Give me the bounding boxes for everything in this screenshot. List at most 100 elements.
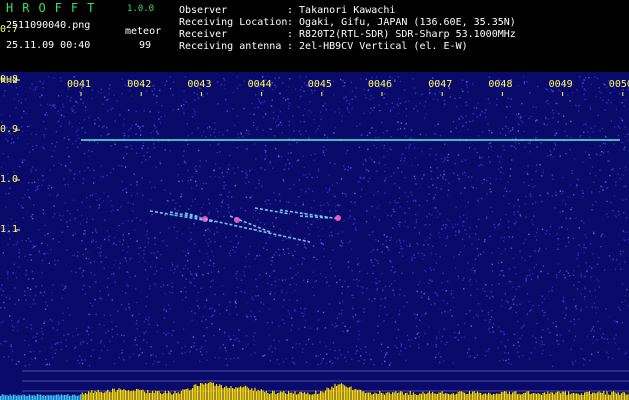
noise-dot (12, 272, 14, 274)
noise-dot (223, 84, 226, 86)
noise-dot (500, 178, 502, 180)
noise-dot (199, 348, 202, 350)
noise-dot (102, 200, 105, 202)
noise-dot (457, 324, 459, 326)
noise-dot (508, 203, 510, 205)
noise-dot (502, 359, 505, 361)
noise-dot (342, 80, 344, 82)
noise-dot (290, 329, 292, 331)
noise-dot (446, 341, 448, 343)
noise-dot (533, 267, 536, 269)
noise-dot (259, 274, 261, 276)
noise-dot (128, 303, 130, 305)
noise-dot (193, 277, 195, 280)
noise-dot (167, 304, 170, 306)
noise-dot (457, 277, 460, 280)
noise-dot (29, 350, 31, 353)
noise-dot (161, 105, 163, 107)
noise-dot (196, 349, 198, 351)
noise-dot (608, 255, 611, 257)
level-bar (176, 393, 178, 400)
level-bar (457, 391, 459, 400)
noise-dot (292, 346, 294, 349)
noise-dot (501, 261, 503, 264)
noise-dot (383, 97, 385, 99)
noise-dot (435, 207, 437, 209)
noise-dot (47, 76, 50, 78)
noise-dot (98, 207, 100, 209)
noise-dot (291, 361, 294, 363)
noise-dot (74, 346, 77, 348)
noise-dot (8, 356, 10, 358)
noise-dot (126, 153, 128, 155)
noise-dot (196, 274, 198, 277)
noise-dot (51, 292, 53, 294)
noise-dot (3, 340, 6, 342)
level-bar (529, 394, 531, 400)
noise-dot (447, 311, 449, 313)
noise-dot (218, 194, 221, 196)
noise-dot (528, 300, 530, 303)
level-bar (326, 387, 328, 400)
level-bar (305, 393, 307, 400)
noise-dot (390, 175, 392, 177)
noise-dot (35, 133, 37, 136)
noise-dot (559, 155, 561, 157)
noise-dot (515, 148, 517, 150)
noise-dot (435, 344, 437, 346)
noise-dot (401, 247, 404, 250)
level-bar (294, 391, 296, 400)
level-bar (414, 394, 416, 400)
noise-dot (360, 348, 362, 350)
noise-dot (43, 134, 45, 136)
noise-dot (581, 85, 584, 88)
noise-dot (417, 164, 419, 166)
noise-dot (386, 150, 389, 152)
noise-dot (438, 361, 441, 364)
level-bar (600, 392, 602, 400)
noise-dot (483, 178, 486, 181)
noise-dot (298, 130, 301, 132)
noise-dot (522, 354, 524, 357)
noise-dot (302, 202, 304, 204)
noise-dot (253, 343, 256, 346)
noise-dot (283, 169, 286, 171)
noise-dot (320, 210, 322, 212)
noise-dot (156, 330, 158, 333)
noise-dot (265, 155, 267, 157)
noise-dot (591, 191, 593, 193)
noise-dot (472, 187, 475, 189)
noise-dot (348, 111, 350, 113)
noise-dot (429, 267, 431, 269)
level-bar (241, 387, 243, 400)
noise-dot (41, 94, 43, 96)
noise-dot (305, 343, 307, 346)
noise-dot (320, 362, 322, 365)
noise-dot (363, 359, 366, 361)
noise-dot (506, 190, 508, 192)
noise-dot (608, 160, 610, 162)
noise-dot (141, 161, 143, 164)
noise-dot (554, 191, 557, 193)
noise-dot (236, 115, 238, 117)
noise-dot (322, 151, 325, 154)
noise-dot (36, 186, 39, 188)
noise-dot (491, 284, 493, 286)
noise-dot (140, 130, 142, 132)
noise-dot (65, 339, 67, 341)
noise-dot (618, 243, 620, 246)
noise-dot (98, 204, 101, 206)
noise-dot (505, 213, 507, 216)
noise-dot (164, 84, 166, 86)
noise-dot (316, 328, 318, 331)
noise-dot (519, 117, 522, 119)
noise-dot (206, 92, 209, 95)
noise-dot (569, 217, 572, 220)
noise-dot (383, 320, 385, 322)
noise-dot (591, 353, 593, 356)
noise-dot (56, 141, 58, 143)
noise-dot (7, 243, 9, 246)
noise-dot (162, 284, 165, 286)
noise-dot (24, 194, 26, 196)
noise-dot (357, 257, 359, 260)
